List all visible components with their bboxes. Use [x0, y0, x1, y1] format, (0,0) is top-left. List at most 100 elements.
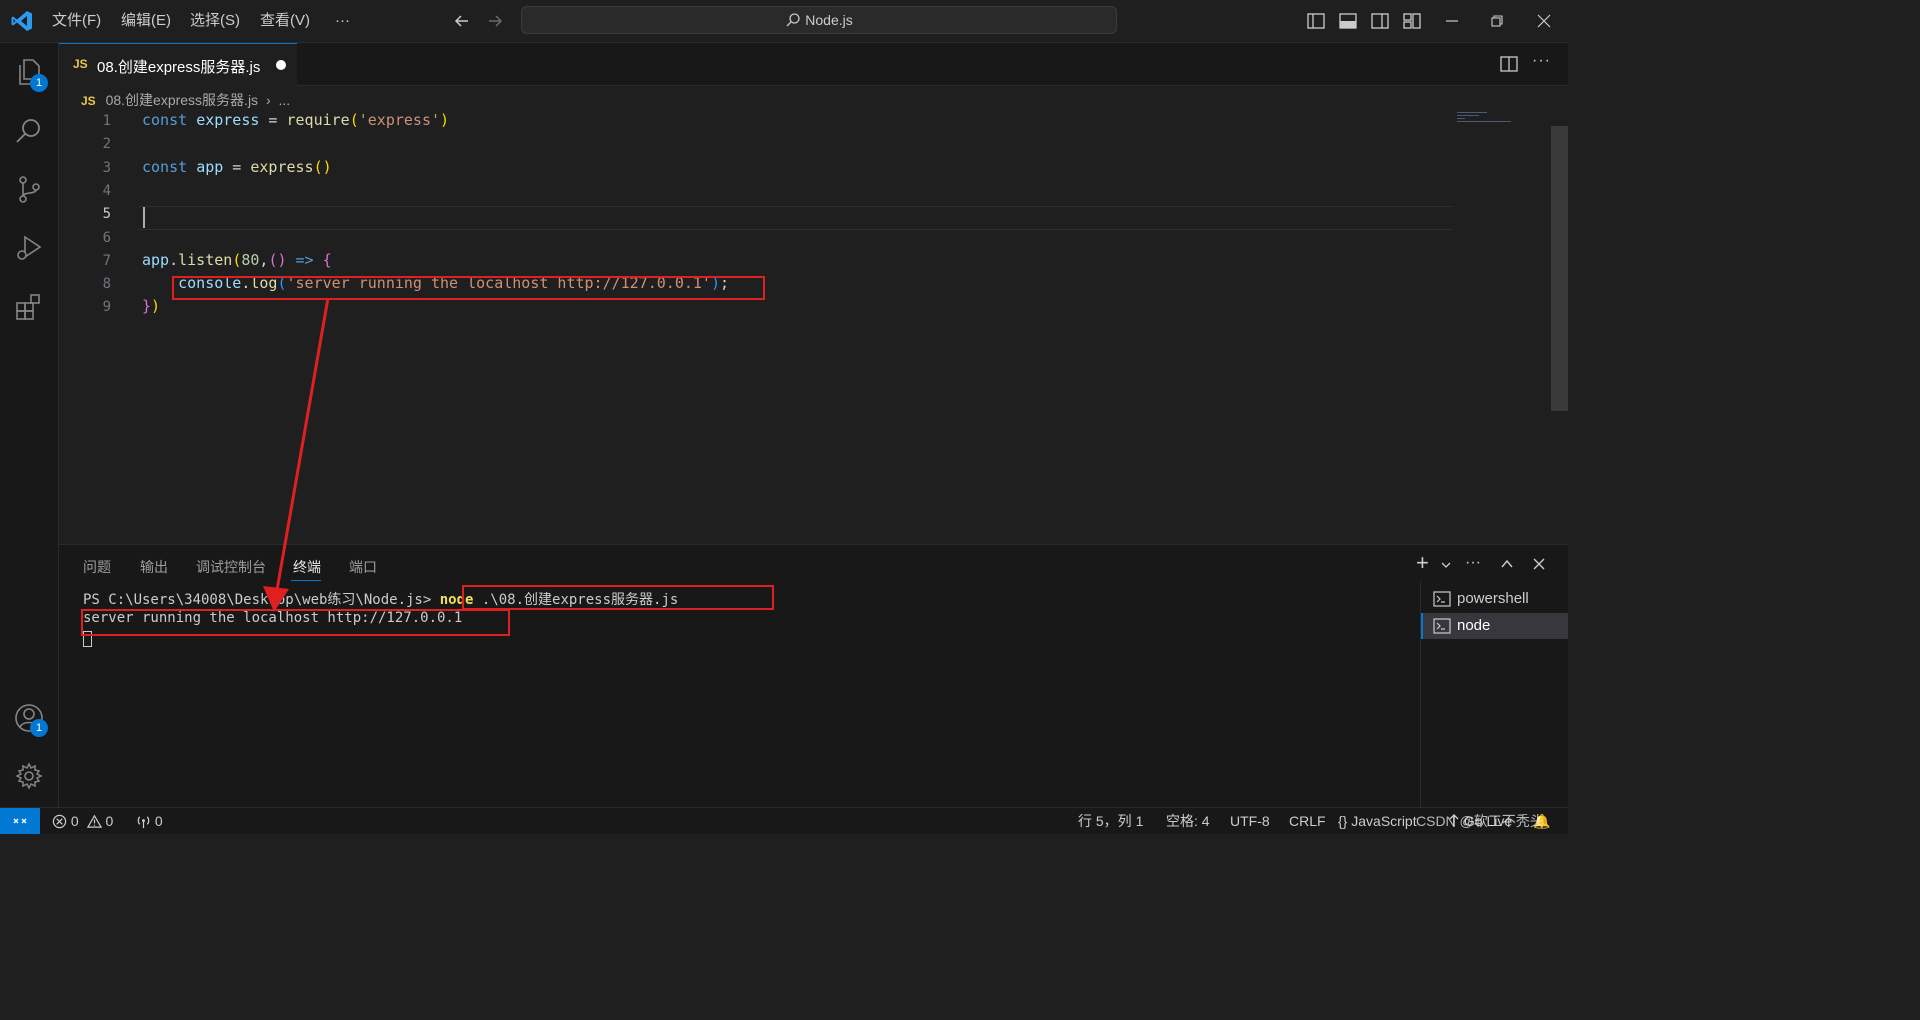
terminal-session-node[interactable]: node: [1421, 613, 1568, 639]
breadcrumb-separator: ›: [265, 92, 271, 108]
indentation[interactable]: 空格: 4: [1166, 808, 1210, 834]
status-bar: 0 0 0 行 5，列 1 空格: 4 UTF-8 CRLF {} JavaSc…: [0, 807, 1568, 834]
line-ending[interactable]: CRLF: [1289, 808, 1326, 834]
error-icon: [52, 814, 67, 829]
terminal-session-powershell[interactable]: powershell: [1421, 586, 1568, 612]
code-token: const: [142, 111, 197, 129]
panel-tab-problems[interactable]: 问题: [83, 557, 111, 577]
warning-count: 0: [105, 813, 114, 829]
code-token: (): [313, 157, 332, 176]
language-label: JavaScript: [1351, 813, 1417, 829]
toggle-primary-sidebar-icon[interactable]: [1305, 10, 1327, 32]
panel-tab-active-indicator: [291, 580, 321, 581]
tab-active-file[interactable]: JS 08.创建express服务器.js: [59, 43, 297, 86]
vscode-logo-icon: [11, 11, 32, 31]
code-token: .: [169, 250, 179, 269]
line-number: 8: [102, 276, 111, 293]
broadcast-icon: [137, 816, 150, 829]
menu-view[interactable]: 查看(V): [260, 0, 310, 42]
breadcrumb-more[interactable]: ...: [279, 92, 291, 108]
code-token: (): [268, 250, 287, 269]
encoding[interactable]: UTF-8: [1230, 808, 1270, 834]
code-token: =: [223, 157, 251, 176]
run-debug-icon[interactable]: [14, 233, 44, 263]
split-editor-icon[interactable]: [1499, 54, 1519, 74]
minimize-icon[interactable]: [1441, 10, 1463, 32]
code-token: express: [250, 157, 314, 176]
toggle-panel-icon[interactable]: [1337, 10, 1359, 32]
remote-connection-icon: [13, 818, 27, 824]
editor-more-actions-icon[interactable]: ···: [1532, 52, 1551, 70]
code-line: const app = express(): [142, 156, 332, 179]
back-arrow-icon[interactable]: [452, 11, 472, 31]
remote-indicator[interactable]: [0, 808, 40, 834]
line-number: 1: [102, 113, 111, 129]
panel-tab-output[interactable]: 输出: [140, 557, 168, 577]
menu-more[interactable]: ···: [335, 0, 350, 42]
breadcrumb-js-icon: JS: [81, 94, 96, 108]
csdn-watermark: CSDN @软工不秃头: [1416, 813, 1544, 829]
maximize-panel-chevron-up-icon[interactable]: [1500, 557, 1514, 571]
unsaved-dot-icon[interactable]: [276, 60, 286, 70]
new-terminal-plus-icon[interactable]: +: [1416, 550, 1429, 576]
settings-gear-icon[interactable]: [14, 761, 44, 791]
terminal-prompt: PS C:\Users\34008\Desktop\web练习\Node.js>: [83, 592, 440, 608]
search-icon[interactable]: [14, 116, 44, 146]
toggle-secondary-sidebar-icon[interactable]: [1369, 10, 1391, 32]
breadcrumb-file[interactable]: 08.创建express服务器.js: [106, 92, 258, 108]
panel-tab-terminal[interactable]: 终端: [293, 557, 321, 577]
terminal-icon: [1433, 591, 1451, 607]
menu-edit[interactable]: 编辑(E): [121, 0, 171, 42]
terminal-session-label: powershell: [1457, 590, 1529, 607]
line-number: 6: [102, 229, 111, 246]
breadcrumb: JS 08.创建express服务器.js › ...: [81, 90, 290, 110]
forward-arrow-icon[interactable]: [485, 11, 505, 31]
panel-more-actions-icon[interactable]: ···: [1465, 554, 1481, 572]
code-line: }): [142, 295, 160, 318]
source-control-icon[interactable]: [14, 174, 44, 204]
code-token: listen: [178, 250, 233, 269]
code-editor[interactable]: JS 08.创建express服务器.js › ... 1 2 3 4 5 6 7 8 9 co…: [59, 86, 1568, 544]
code-token: express: [196, 111, 260, 129]
explorer-badge: 1: [30, 74, 48, 92]
code-token: (: [349, 111, 359, 129]
ports-count: 0: [154, 813, 163, 829]
line-number: 3: [102, 159, 111, 176]
account-badge: 1: [30, 719, 48, 737]
code-token: app: [196, 157, 224, 176]
cursor-position[interactable]: 行 5，列 1: [1078, 808, 1143, 834]
language-mode[interactable]: {} JavaScript: [1338, 808, 1417, 834]
terminal-session-label: node: [1457, 617, 1491, 634]
extensions-icon[interactable]: [14, 292, 44, 322]
minimap[interactable]: [1457, 112, 1513, 126]
code-token: (: [232, 250, 242, 269]
customize-layout-icon[interactable]: [1401, 10, 1423, 32]
editor-scrollbar[interactable]: [1551, 126, 1568, 411]
command-center-search[interactable]: Node.js: [521, 6, 1117, 34]
close-panel-icon[interactable]: [1532, 557, 1546, 571]
annotation-highlight-command: [462, 585, 774, 610]
panel-tab-ports[interactable]: 端口: [349, 557, 377, 577]
ports-indicator[interactable]: 0: [136, 808, 163, 834]
code-line: const express = require('express'): [142, 109, 449, 132]
chevron-down-icon[interactable]: [1440, 559, 1452, 571]
annotation-highlight-code: [172, 276, 765, 300]
close-window-icon[interactable]: [1533, 10, 1555, 32]
restore-icon[interactable]: [1486, 10, 1508, 32]
search-box-label: Node.js: [805, 12, 853, 28]
line-number: 2: [102, 136, 111, 153]
problems-indicator[interactable]: 0 0: [52, 808, 113, 834]
panel-tab-debug-console[interactable]: 调试控制台: [196, 557, 266, 577]
js-file-icon: JS: [73, 57, 88, 71]
line-number: 9: [102, 299, 111, 316]
code-token: }: [142, 297, 152, 316]
code-line: app.listen(80,() => {: [142, 249, 332, 272]
line-number: 7: [102, 252, 111, 269]
code-token: app: [142, 250, 170, 269]
menu-selection[interactable]: 选择(S): [190, 0, 240, 42]
title-bar: 文件(F) 编辑(E) 选择(S) 查看(V) ··· Node.js: [0, 0, 1568, 43]
menu-file[interactable]: 文件(F): [52, 0, 101, 42]
code-token: =: [259, 111, 287, 129]
code-token: ): [440, 111, 450, 129]
code-token: 'express': [358, 111, 441, 129]
